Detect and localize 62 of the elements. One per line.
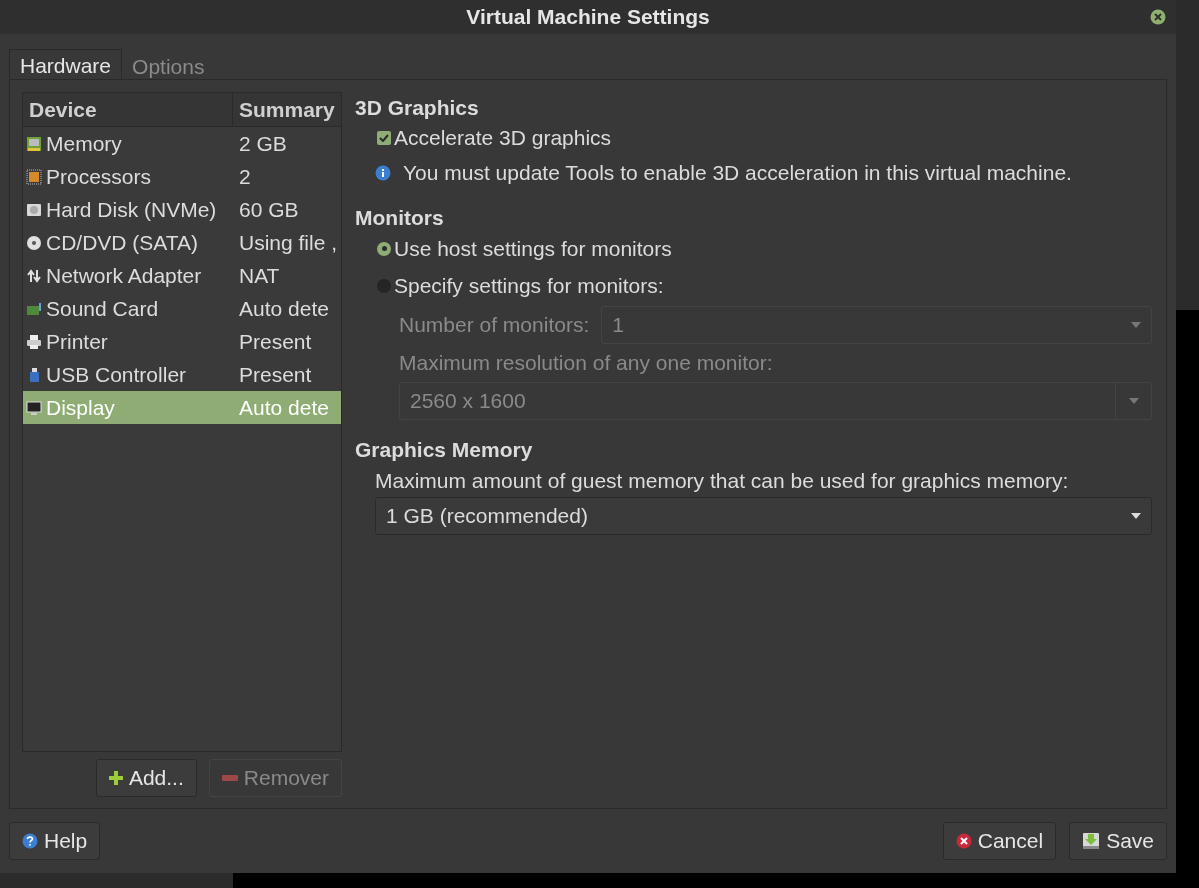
- window-title: Virtual Machine Settings: [466, 4, 710, 31]
- table-cell-text: Using file ,: [238, 229, 339, 256]
- memory-chip-icon: [26, 135, 42, 152]
- save-icon: [1082, 832, 1101, 850]
- checkmark-icon: [379, 133, 389, 142]
- table-cell-text: Auto dete: [238, 295, 330, 322]
- close-icon[interactable]: [1150, 9, 1166, 25]
- device-row[interactable]: Memory 2 GB: [23, 127, 341, 160]
- help-button[interactable]: Help: [9, 822, 101, 860]
- device-row[interactable]: Network Adapter NAT: [23, 259, 341, 292]
- device-row[interactable]: USB Controller Present: [23, 358, 341, 391]
- tab[interactable]: Hardware: [9, 49, 123, 79]
- section-heading: Graphics Memory: [355, 437, 534, 462]
- field-label: Number of monitors:: [399, 312, 590, 339]
- section-heading: Monitors: [355, 205, 445, 230]
- info-icon: [375, 164, 391, 181]
- table-cell-text: NAT: [238, 262, 281, 289]
- table-cell-text: USB Controller: [46, 361, 187, 388]
- device-row[interactable]: Hard Disk (NVMe) 60 GB: [23, 193, 341, 226]
- table-cell-text: Processors: [46, 163, 152, 190]
- help-icon: [22, 833, 38, 849]
- table-cell-text: Display: [46, 394, 115, 421]
- table-cell-text: Hard Disk (NVMe): [46, 196, 217, 223]
- table-cell-text: Present: [238, 361, 313, 388]
- save-button[interactable]: Save: [1069, 822, 1167, 860]
- monitor-icon: [26, 399, 42, 416]
- table-cell-text: Printer: [46, 328, 108, 355]
- device-row[interactable]: Processors 2: [23, 160, 341, 193]
- graphics-memory-dropdown[interactable]: 1 GB (recommended): [375, 497, 1152, 535]
- column-header[interactable]: Summary: [233, 93, 341, 126]
- disc-icon: [26, 234, 42, 251]
- info-message: You must update Tools to enable 3D acceleration in this virtual machine.: [403, 159, 1072, 186]
- arrows-icon: [26, 267, 42, 284]
- caret-icon: [1131, 513, 1141, 519]
- sound-card-icon: [26, 300, 42, 317]
- table-cell-text: Sound Card: [46, 295, 159, 322]
- table-cell-text: Auto dete: [238, 394, 330, 421]
- section-heading: 3D Graphics: [355, 95, 480, 120]
- table-cell-text: Memory: [46, 130, 122, 157]
- table-cell-text: Present: [238, 328, 313, 355]
- cpu-icon: [26, 168, 42, 185]
- table-cell-text: Network Adapter: [46, 262, 202, 289]
- field-label: Maximum amount of guest memory that can be used for graphics memory:: [374, 467, 1070, 494]
- column-header[interactable]: Device: [23, 93, 233, 126]
- field-label: Maximum resolution of any one monitor:: [398, 349, 774, 376]
- table-cell-text: 2: [238, 163, 252, 190]
- table-cell-text: 60 GB: [238, 196, 300, 223]
- plus-icon: [108, 771, 123, 785]
- checkbox-label[interactable]: Accelerate 3D graphics: [394, 121, 612, 154]
- minus-icon: [221, 775, 238, 781]
- caret-icon: [1128, 398, 1139, 404]
- table-cell-text: 2 GB: [238, 130, 288, 157]
- table-cell-text: CD/DVD (SATA): [46, 229, 199, 256]
- device-row[interactable]: Sound Card Auto dete: [23, 292, 341, 325]
- add-button[interactable]: Add...: [95, 759, 197, 797]
- device-row[interactable]: Printer Present: [23, 325, 341, 358]
- cancel-button[interactable]: Cancel: [942, 822, 1057, 860]
- cancel-icon: [955, 833, 972, 849]
- caret-icon: [1131, 322, 1141, 328]
- checkbox[interactable]: [377, 130, 391, 145]
- printer-icon: [26, 333, 42, 350]
- device-row[interactable]: CD/DVD (SATA) Using file ,: [23, 226, 341, 259]
